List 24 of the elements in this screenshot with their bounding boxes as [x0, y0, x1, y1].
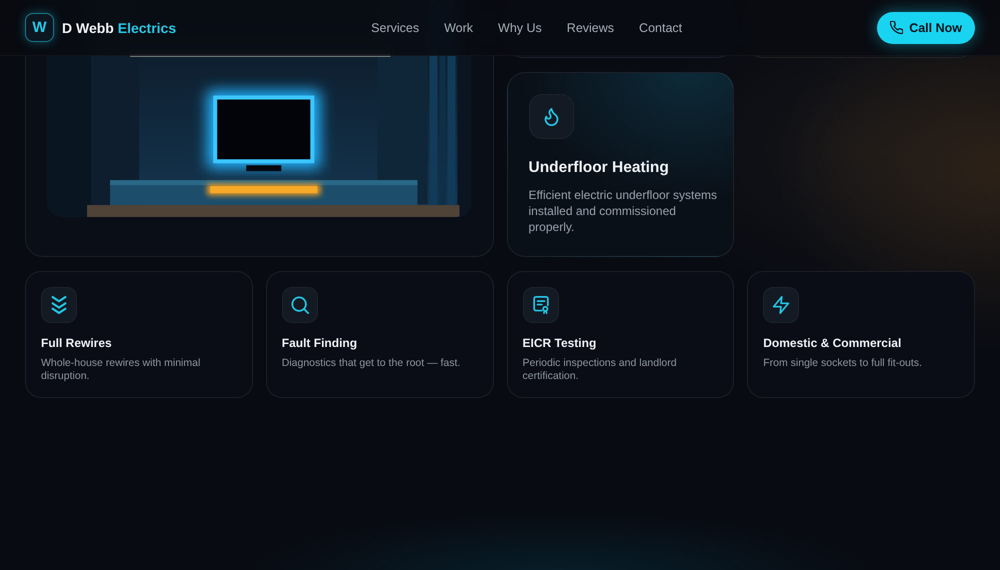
lightning-icon — [763, 287, 800, 323]
flame-icon — [528, 94, 574, 139]
card-title: Domestic & Commercial — [763, 336, 902, 350]
card-description: From single sockets to full fit-outs. — [763, 357, 923, 370]
nav-link[interactable]: Services — [371, 20, 420, 34]
nav-link[interactable]: Reviews — [566, 20, 614, 34]
card-title: Fault Finding — [282, 336, 358, 350]
search-icon — [282, 287, 318, 323]
nav-link[interactable]: Work — [444, 20, 474, 34]
logo[interactable]: W — [25, 13, 54, 42]
card-description: Periodic inspections and landlord certification. — [522, 357, 678, 383]
card-description: Efficient electric underfloor systems installed and commissioned properly. — [528, 187, 718, 235]
nav-link[interactable]: Why Us — [498, 20, 542, 34]
document-badge-icon — [522, 287, 558, 323]
card-description: Diagnostics that get to the root — fast. — [282, 357, 462, 370]
chevrons-down-icon — [41, 287, 77, 323]
nav-link[interactable]: Contact — [639, 20, 682, 34]
card-title: Full Rewires — [41, 336, 113, 350]
phone-icon — [890, 21, 904, 34]
card-title: EICR Testing — [522, 336, 598, 350]
card-description: Whole-house rewires with minimal disruption. — [41, 357, 202, 383]
card-title: Underfloor Heating — [528, 159, 670, 177]
brand-name[interactable]: D Webb Electrics — [62, 20, 176, 36]
call-now-button[interactable]: Call Now — [877, 12, 975, 44]
